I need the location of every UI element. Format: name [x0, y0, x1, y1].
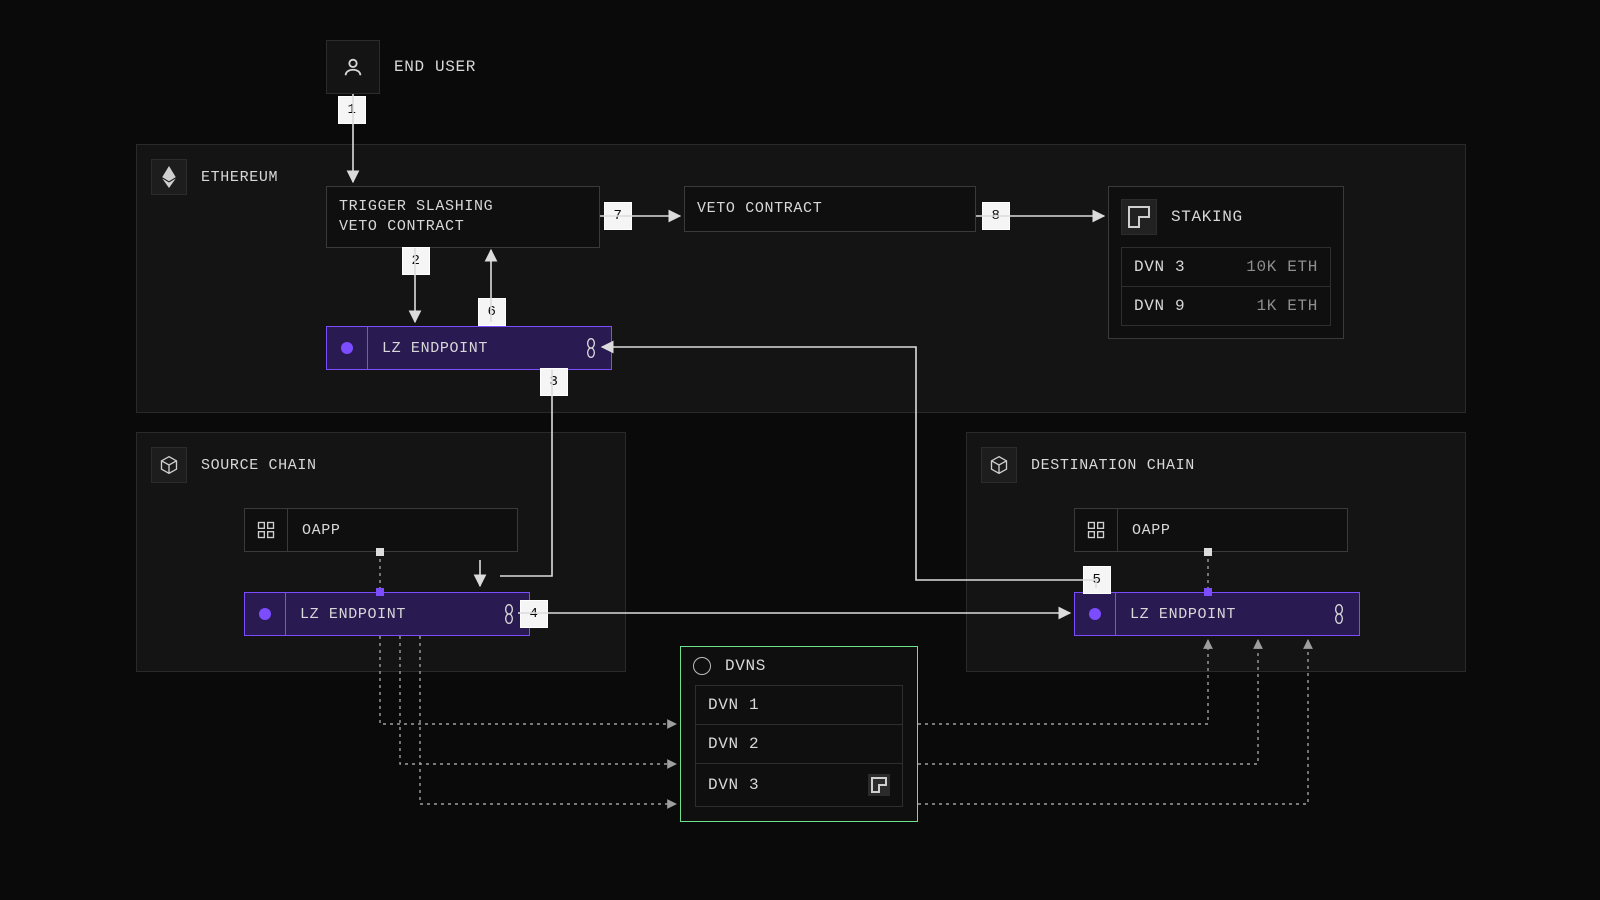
- destination-chain-label: DESTINATION CHAIN: [1031, 457, 1195, 474]
- step-badge-7: 7: [604, 202, 632, 230]
- end-user: END USER: [326, 40, 476, 94]
- staking-row-name: DVN 9: [1134, 297, 1185, 315]
- source-oapp-label: OAPP: [288, 509, 517, 551]
- lz-endpoint-destination: LZ ENDPOINT: [1074, 592, 1360, 636]
- lz-endpoint-source: LZ ENDPOINT: [244, 592, 530, 636]
- source-chain-panel: SOURCE CHAIN: [136, 432, 626, 672]
- staking-box: STAKING DVN 3 10K ETH DVN 9 1K ETH: [1108, 186, 1344, 339]
- step-badge-6: 6: [478, 298, 506, 326]
- cube-icon: [151, 447, 187, 483]
- trigger-slashing-box: TRIGGER SLASHING VETO CONTRACT: [326, 186, 600, 248]
- staking-row-amount: 10K ETH: [1246, 258, 1318, 276]
- step-badge-1: 1: [338, 96, 366, 124]
- source-oapp-box: OAPP: [244, 508, 518, 552]
- user-icon: [326, 40, 380, 94]
- circle-icon: [259, 608, 271, 620]
- dvn-row: DVN 3: [695, 764, 903, 807]
- chain-icon: [501, 604, 517, 624]
- destination-oapp-box: OAPP: [1074, 508, 1348, 552]
- trigger-line1: TRIGGER SLASHING: [339, 197, 493, 217]
- circle-icon: [341, 342, 353, 354]
- step-badge-3: 3: [540, 368, 568, 396]
- dvns-box: DVNS DVN 1 DVN 2 DVN 3: [680, 646, 918, 822]
- staking-row-name: DVN 3: [1134, 258, 1185, 276]
- step-badge-2: 2: [402, 247, 430, 275]
- step-badge-8: 8: [982, 202, 1010, 230]
- end-user-label: END USER: [394, 58, 476, 76]
- lz-endpoint-ethereum: LZ ENDPOINT: [326, 326, 612, 370]
- step-badge-5: 5: [1083, 566, 1111, 594]
- dvn-name: DVN 2: [708, 735, 759, 753]
- step-badge-4: 4: [520, 600, 548, 628]
- staking-row: DVN 3 10K ETH: [1121, 247, 1331, 287]
- staking-row: DVN 9 1K ETH: [1121, 287, 1331, 326]
- chain-icon: [583, 338, 599, 358]
- ethereum-label: ETHEREUM: [201, 169, 278, 186]
- veto-contract-box: VETO CONTRACT: [684, 186, 976, 232]
- circle-icon: [1089, 608, 1101, 620]
- destination-oapp-label: OAPP: [1118, 509, 1347, 551]
- circle-outline-icon: [693, 657, 711, 675]
- grid-icon: [245, 509, 288, 551]
- dvn-name: DVN 1: [708, 696, 759, 714]
- dvn-name: DVN 3: [708, 776, 759, 794]
- veto-contract-label: VETO CONTRACT: [685, 189, 834, 229]
- lz-endpoint-label: LZ ENDPOINT: [1130, 606, 1236, 623]
- dvns-title: DVNS: [725, 657, 766, 675]
- layerzero-icon: [868, 774, 890, 796]
- staking-row-amount: 1K ETH: [1257, 297, 1318, 315]
- dvn-row: DVN 1: [695, 685, 903, 725]
- ethereum-icon: [151, 159, 187, 195]
- cube-icon: [981, 447, 1017, 483]
- trigger-line2: VETO CONTRACT: [339, 217, 493, 237]
- layerzero-icon: [1121, 199, 1157, 235]
- chain-icon: [1331, 604, 1347, 624]
- dvn-row: DVN 2: [695, 725, 903, 764]
- source-chain-label: SOURCE CHAIN: [201, 457, 317, 474]
- lz-endpoint-label: LZ ENDPOINT: [382, 340, 488, 357]
- destination-chain-panel: DESTINATION CHAIN: [966, 432, 1466, 672]
- lz-endpoint-label: LZ ENDPOINT: [300, 606, 406, 623]
- staking-title: STAKING: [1171, 208, 1243, 226]
- grid-icon: [1075, 509, 1118, 551]
